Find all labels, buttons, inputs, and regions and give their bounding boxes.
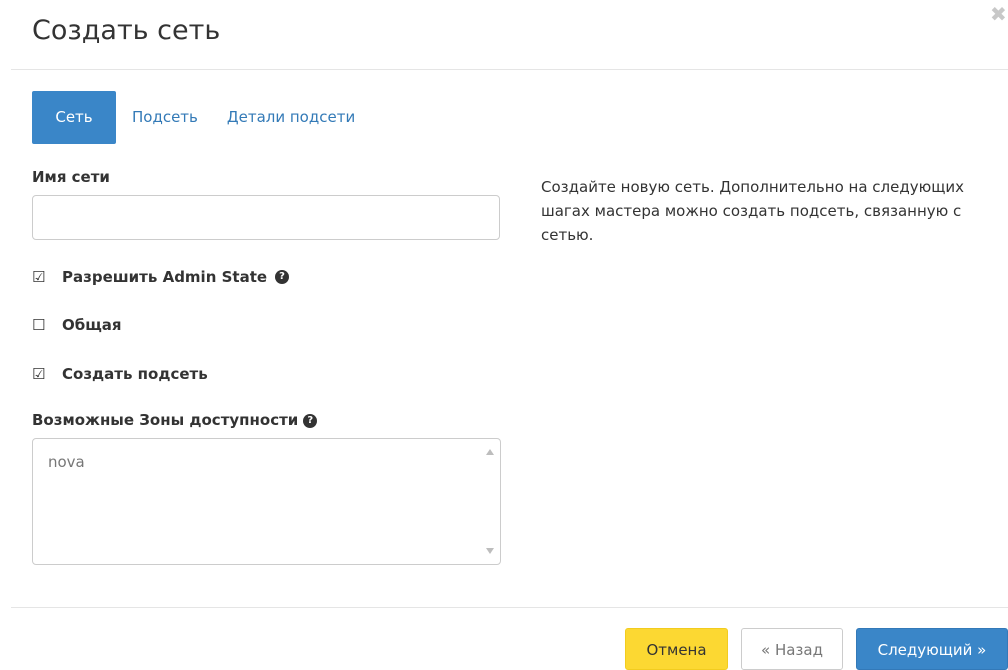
help-description: Создайте новую сеть. Дополнительно на сл… — [541, 178, 964, 244]
checkbox-checked-icon[interactable]: ☑ — [32, 366, 48, 382]
back-button[interactable]: « Назад — [741, 628, 843, 670]
next-button[interactable]: Следующий » — [856, 628, 1008, 670]
availability-zones-select[interactable]: nova — [32, 438, 501, 565]
checkbox-unchecked-icon[interactable]: ☐ — [32, 317, 48, 333]
cancel-button[interactable]: Отмена — [625, 628, 728, 670]
tab-subnet-details[interactable]: Детали подсети — [227, 91, 355, 144]
create-network-modal: Создать сеть ✖ Сеть Подсеть Детали подсе… — [0, 0, 1008, 670]
modal-title: Создать сеть — [32, 15, 221, 46]
tab-network[interactable]: Сеть — [32, 91, 116, 144]
create-subnet-checkbox-row[interactable]: ☑ Создать подсеть — [32, 365, 208, 383]
network-name-label: Имя сети — [32, 168, 110, 186]
scroll-up-icon[interactable] — [486, 449, 494, 455]
footer-divider — [11, 607, 1008, 608]
wizard-tabs: Сеть Подсеть Детали подсети — [32, 91, 355, 144]
admin-state-checkbox-row[interactable]: ☑ Разрешить Admin State ? — [32, 268, 290, 286]
admin-state-label: Разрешить Admin State — [62, 268, 268, 286]
create-subnet-label: Создать подсеть — [62, 365, 208, 383]
network-name-input[interactable] — [32, 195, 500, 240]
tab-subnet[interactable]: Подсеть — [124, 91, 206, 144]
shared-checkbox-row[interactable]: ☐ Общая — [32, 316, 122, 334]
checkbox-checked-icon[interactable]: ☑ — [32, 269, 48, 285]
shared-label: Общая — [62, 316, 122, 334]
help-icon[interactable]: ? — [303, 413, 318, 428]
header-divider — [11, 69, 1008, 70]
availability-zones-label-text: Возможные Зоны доступности — [32, 411, 299, 429]
availability-zones-label: Возможные Зоны доступности? — [32, 411, 318, 429]
scroll-down-icon[interactable] — [486, 548, 494, 554]
close-icon[interactable]: ✖ — [990, 2, 1008, 26]
availability-zone-option[interactable]: nova — [48, 453, 85, 471]
help-icon[interactable]: ? — [275, 270, 290, 284]
